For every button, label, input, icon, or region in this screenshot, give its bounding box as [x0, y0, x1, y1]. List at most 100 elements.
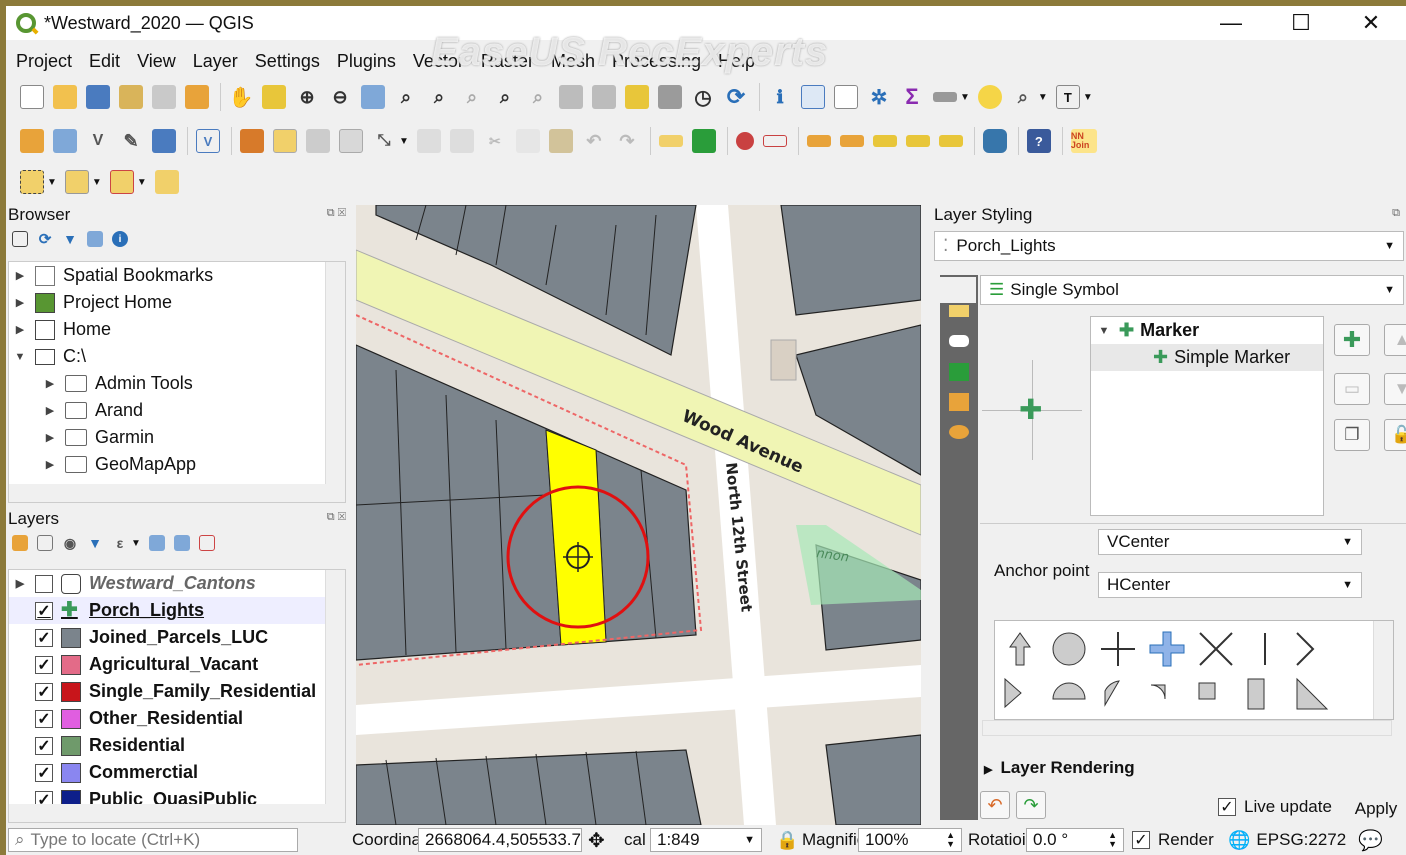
add-symbol-layer-button[interactable]: ✚ — [1334, 324, 1370, 356]
layer-checkbox[interactable]: ✓ — [35, 655, 53, 674]
move-up-button[interactable]: ▲ — [1384, 324, 1406, 356]
deselect-all-icon[interactable] — [109, 170, 134, 194]
statistics-icon[interactable]: Σ — [900, 84, 924, 109]
field-calculator-icon[interactable] — [834, 85, 858, 109]
pin-labels-icon[interactable] — [735, 132, 754, 150]
menu-settings[interactable]: Settings — [255, 51, 320, 72]
duplicate-symbol-layer-button[interactable]: ❐ — [1334, 419, 1370, 451]
close-button[interactable]: ✕ — [1336, 6, 1406, 40]
remove-symbol-layer-button[interactable]: ▭ — [1334, 373, 1370, 405]
zoom-layer-icon[interactable]: ⌕ — [427, 85, 451, 109]
new-map-view-icon[interactable] — [559, 85, 583, 109]
lock-layer-button[interactable]: 🔓 — [1384, 419, 1406, 451]
browser-item[interactable]: ▶ Admin Tools — [9, 370, 345, 397]
shape-half-circle[interactable] — [1052, 682, 1086, 700]
browser-refresh-icon[interactable]: ⟳ — [37, 231, 53, 248]
browser-item[interactable]: ▶ GeoMapApp — [9, 451, 345, 478]
new-temp-layer-icon[interactable]: ✎ — [119, 129, 143, 153]
change-label-icon[interactable] — [872, 135, 897, 147]
layer-item[interactable]: ✓ Joined_Parcels_LUC — [9, 624, 345, 651]
symbol-tree-marker[interactable]: ▼ ✚ Marker — [1091, 317, 1323, 344]
shape-grid-scrollbar[interactable] — [1373, 621, 1393, 719]
render-toggle[interactable]: ✓ Render — [1132, 830, 1214, 850]
3d-view-tab-icon[interactable] — [949, 363, 969, 381]
new-spatialite-icon[interactable] — [152, 129, 176, 153]
shape-right-triangle[interactable] — [1296, 677, 1329, 710]
open-project-icon[interactable] — [53, 85, 77, 109]
panel-float-icon[interactable]: ⧉ — [1392, 207, 1400, 220]
collapse-all-layers-icon[interactable] — [173, 535, 190, 551]
processing-toolbox-icon[interactable]: ✲ — [867, 85, 891, 109]
layer-item[interactable]: ✓ Single_Family_Residential — [9, 678, 345, 705]
locator-search-icon[interactable]: ⌕ — [1011, 85, 1035, 109]
manage-themes-icon[interactable]: ◉ — [62, 535, 78, 551]
new-shapefile-icon[interactable]: V — [86, 129, 110, 153]
undo-style-button[interactable]: ↶ — [980, 791, 1010, 819]
new-3d-map-icon[interactable] — [592, 85, 616, 109]
pan-to-selection-icon[interactable] — [262, 85, 286, 109]
python-console-icon[interactable] — [982, 129, 1007, 153]
layer-checkbox[interactable] — [35, 574, 53, 593]
label-toolbar-icon[interactable] — [658, 135, 683, 147]
digitize-point-icon[interactable] — [339, 129, 363, 153]
menu-layer[interactable]: Layer — [193, 51, 238, 72]
move-down-button[interactable]: ▼ — [1384, 373, 1406, 405]
add-group-icon[interactable] — [37, 535, 53, 551]
move-label-icon[interactable] — [806, 135, 831, 147]
modify-attributes-icon[interactable] — [416, 129, 441, 153]
messages-icon[interactable]: 💬 — [1358, 828, 1383, 853]
select-features-icon[interactable] — [20, 170, 44, 194]
symbology-tab-icon[interactable] — [940, 277, 976, 303]
save-project-icon[interactable] — [86, 85, 110, 109]
browser-item[interactable]: ▼ C:\ — [9, 343, 345, 370]
layer-rendering-section[interactable]: ▶ Layer Rendering — [984, 758, 1135, 778]
layer-item[interactable]: ✓ Residential — [9, 732, 345, 759]
diagram-icon[interactable] — [691, 129, 716, 153]
menu-plugins[interactable]: Plugins — [337, 51, 396, 72]
rotation-field[interactable]: 0.0 ° ▲ ▼ — [1026, 828, 1124, 852]
save-edits-icon[interactable] — [306, 129, 330, 153]
locator-field[interactable]: ⌕ Type to locate (Ctrl+K) — [8, 828, 298, 852]
shape-arrow[interactable] — [1009, 632, 1031, 666]
maximize-button[interactable]: ☐ — [1266, 6, 1336, 40]
browser-item[interactable]: ▶ Home — [9, 316, 345, 343]
layout-manager-icon[interactable] — [152, 85, 176, 109]
history-tab-icon[interactable] — [949, 425, 969, 439]
map-tips-icon[interactable] — [977, 85, 1002, 109]
copy-features-icon[interactable] — [515, 129, 540, 153]
browser-scrollbar[interactable] — [325, 262, 345, 484]
zoom-selection-icon[interactable]: ⌕ — [394, 85, 418, 109]
nn-join-icon[interactable]: NN Join — [1070, 129, 1097, 153]
shape-quarter-circle[interactable] — [1150, 684, 1166, 700]
masks-tab-icon[interactable] — [949, 335, 969, 347]
zoom-full-icon[interactable] — [361, 85, 385, 109]
browser-item[interactable]: ▶ Project Home — [9, 289, 345, 316]
layer-styling-icon[interactable] — [12, 535, 28, 551]
browser-item[interactable]: ▶ Garmin — [9, 424, 345, 451]
menu-view[interactable]: View — [137, 51, 176, 72]
map-canvas[interactable]: Wood Avenue North 12th Street nnon — [356, 205, 921, 825]
labels-tab-icon[interactable] — [949, 305, 969, 317]
toggle-editing-icon[interactable] — [273, 129, 297, 153]
shape-cross-filled[interactable] — [1149, 631, 1185, 667]
layer-checkbox[interactable]: ✓ — [35, 763, 53, 782]
refresh-icon[interactable]: ⟳ — [724, 84, 748, 109]
data-source-manager-icon[interactable] — [20, 129, 44, 153]
layer-item[interactable]: ✓ Commerctial — [9, 759, 345, 786]
menu-project[interactable]: Project — [16, 51, 72, 72]
new-project-icon[interactable] — [20, 85, 44, 109]
select-by-value-icon[interactable] — [64, 170, 89, 194]
redo-icon[interactable]: ↷ — [615, 129, 639, 153]
show-bookmarks-icon[interactable] — [658, 85, 682, 109]
layer-selector[interactable]: ⁚ Porch_Lights ▼ — [934, 231, 1404, 261]
collapse-all-icon[interactable] — [87, 231, 103, 247]
diagrams-tab-icon[interactable] — [949, 393, 969, 411]
renderer-selector[interactable]: ☰ Single Symbol ▼ — [980, 275, 1404, 305]
zoom-out-icon[interactable]: ⊖ — [328, 85, 352, 109]
shape-square[interactable] — [1198, 682, 1216, 700]
coordinate-field[interactable]: 2668064.4,505533.7 — [418, 828, 582, 852]
new-print-layout-icon[interactable] — [119, 85, 143, 109]
lock-scale-icon[interactable]: 🔒 — [776, 830, 798, 851]
browser-item[interactable]: ▶ Spatial Bookmarks — [9, 262, 345, 289]
magnifier-field[interactable]: 100% ▲ ▼ — [858, 828, 962, 852]
